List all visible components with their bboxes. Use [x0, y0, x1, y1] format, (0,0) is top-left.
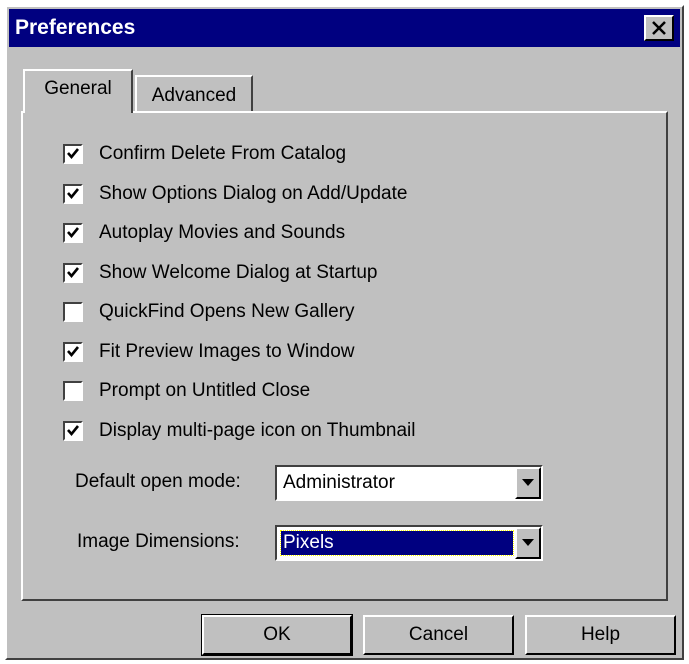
tab-general[interactable]: General: [23, 69, 133, 113]
tab-advanced-label: Advanced: [151, 85, 237, 106]
option-label: Prompt on Untitled Close: [99, 380, 311, 401]
option-confirm-delete[interactable]: Confirm Delete From Catalog: [63, 139, 346, 169]
ok-label: OK: [263, 624, 291, 645]
option-label: QuickFind Opens New Gallery: [99, 301, 355, 322]
option-fit-preview[interactable]: Fit Preview Images to Window: [63, 337, 355, 367]
ok-button[interactable]: OK: [201, 614, 353, 656]
checkbox[interactable]: [63, 342, 83, 362]
open-mode-select[interactable]: Administrator: [275, 465, 543, 501]
cancel-button[interactable]: Cancel: [363, 615, 514, 655]
option-label: Display multi-page icon on Thumbnail: [99, 420, 416, 441]
option-welcome-dialog[interactable]: Show Welcome Dialog at Startup: [63, 258, 377, 288]
option-quickfind[interactable]: QuickFind Opens New Gallery: [63, 297, 355, 327]
option-multipage-icon[interactable]: Display multi-page icon on Thumbnail: [63, 416, 415, 446]
open-mode-dropdown-button[interactable]: [515, 467, 541, 499]
chevron-down-icon: [522, 539, 534, 546]
image-dimensions-select[interactable]: Pixels: [275, 525, 543, 561]
open-mode-value: Administrator: [283, 472, 395, 493]
checkmark-icon: [67, 425, 80, 437]
option-label: Confirm Delete From Catalog: [99, 143, 347, 164]
checkbox[interactable]: [63, 421, 83, 441]
checkmark-icon: [67, 188, 80, 200]
checkbox[interactable]: [63, 184, 83, 204]
checkmark-icon: [67, 267, 80, 279]
image-dimensions-label: Image Dimensions:: [77, 531, 240, 552]
option-label: Show Options Dialog on Add/Update: [99, 183, 408, 204]
general-panel: Confirm Delete From Catalog Show Options…: [21, 111, 668, 601]
checkbox[interactable]: [63, 263, 83, 283]
chevron-down-icon: [522, 479, 534, 486]
checkmark-icon: [67, 148, 80, 160]
option-label: Fit Preview Images to Window: [99, 341, 355, 362]
help-label: Help: [580, 624, 621, 645]
checkmark-icon: [67, 346, 80, 358]
option-label: Autoplay Movies and Sounds: [99, 222, 346, 243]
image-dimensions-dropdown-button[interactable]: [515, 527, 541, 559]
open-mode-label: Default open mode:: [75, 471, 241, 492]
preferences-dialog: Preferences General Advanced Confirm Del…: [5, 5, 684, 660]
checkbox[interactable]: [63, 302, 83, 322]
image-dimensions-value: Pixels: [280, 530, 514, 556]
option-label: Show Welcome Dialog at Startup: [99, 262, 378, 283]
tab-advanced[interactable]: Advanced: [135, 75, 253, 111]
checkbox[interactable]: [63, 381, 83, 401]
close-icon: [652, 21, 666, 35]
checkbox[interactable]: [63, 144, 83, 164]
tab-general-label: General: [44, 78, 112, 99]
option-autoplay[interactable]: Autoplay Movies and Sounds: [63, 218, 345, 248]
cancel-label: Cancel: [408, 624, 469, 645]
help-button[interactable]: Help: [525, 615, 676, 655]
checkbox[interactable]: [63, 223, 83, 243]
option-show-options-dialog[interactable]: Show Options Dialog on Add/Update: [63, 179, 407, 209]
close-button[interactable]: [644, 15, 674, 41]
checkmark-icon: [67, 227, 80, 239]
option-prompt-untitled[interactable]: Prompt on Untitled Close: [63, 376, 310, 406]
title-bar[interactable]: Preferences: [9, 9, 680, 47]
window-title: Preferences: [15, 16, 136, 39]
